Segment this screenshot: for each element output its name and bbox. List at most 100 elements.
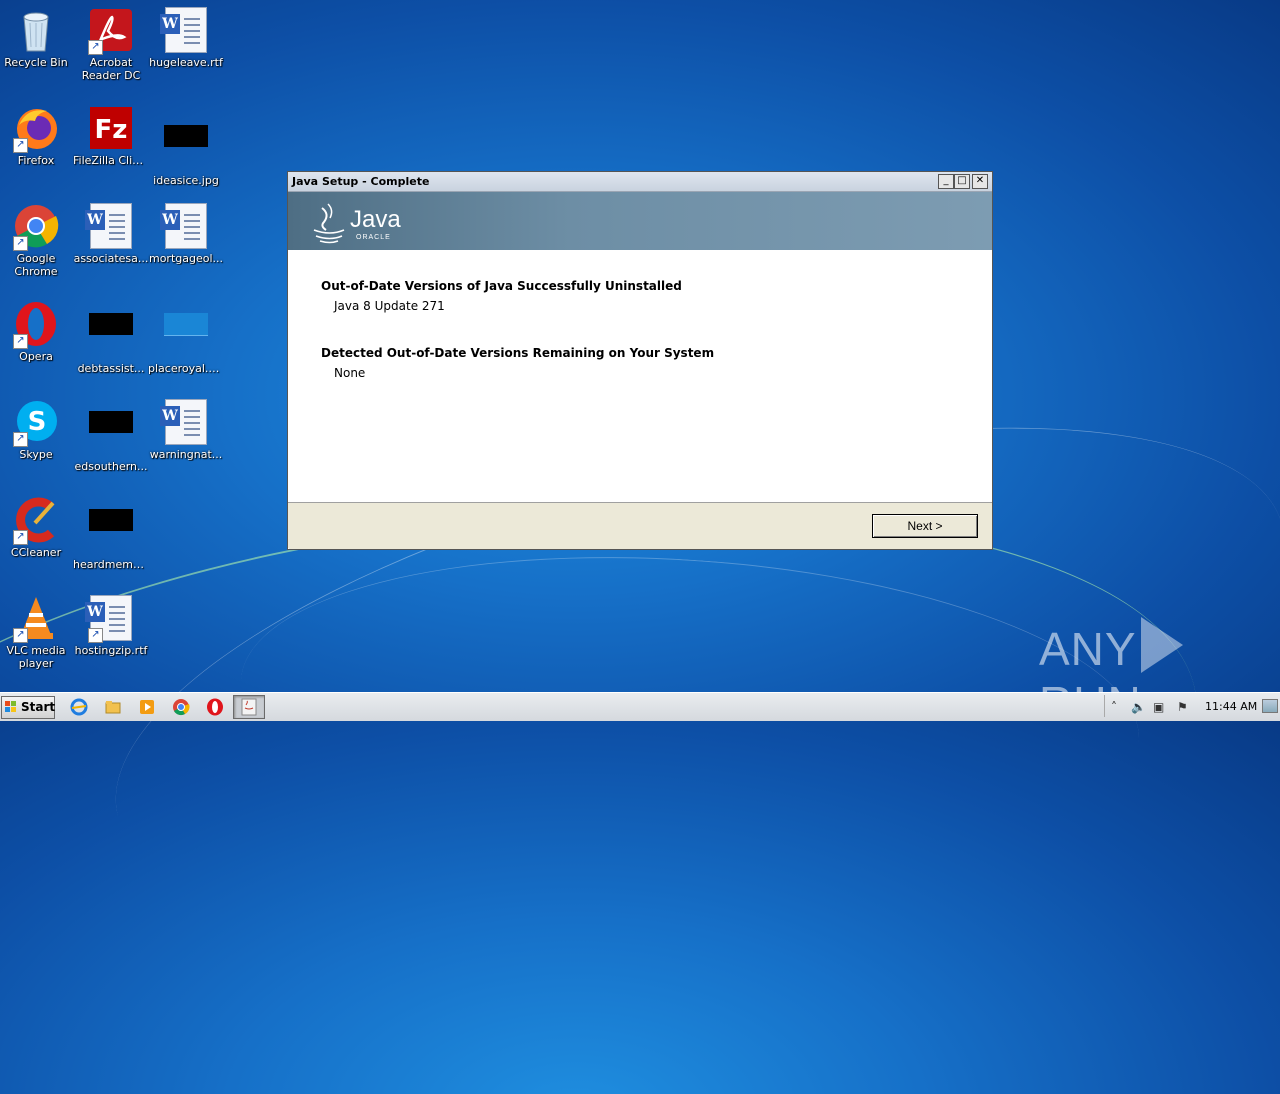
desktop-icon-label: Acrobat Reader DC	[81, 56, 141, 82]
volume-icon[interactable]: 🔈	[1131, 700, 1146, 714]
desktop-icon-label: Firefox	[17, 154, 55, 167]
word-document-icon: W ↗	[85, 595, 134, 643]
ccleaner-icon: ↗	[13, 497, 59, 545]
clock[interactable]: 11:44 AM	[1205, 700, 1257, 713]
desktop-icon-label: VLC media player	[6, 644, 66, 670]
shortcut-arrow-icon: ↗	[88, 40, 103, 55]
watermark-left: ANY	[1039, 623, 1137, 675]
desktop-icon-debtassist[interactable]: debtassist...	[73, 301, 149, 375]
window-titlebar[interactable]: Java Setup - Complete _ □ ✕	[288, 172, 992, 192]
opera-taskbar-icon[interactable]	[206, 698, 224, 716]
redacted-thumbnail-icon	[163, 125, 209, 171]
shortcut-arrow-icon: ↗	[13, 628, 28, 643]
svg-text:S: S	[28, 407, 47, 437]
maximize-button[interactable]: □	[954, 174, 970, 189]
window-title: Java Setup - Complete	[292, 175, 430, 188]
desktop-icon-chrome[interactable]: ↗ Google Chrome	[0, 203, 74, 278]
opera-icon: ↗	[13, 301, 59, 349]
remaining-heading: Detected Out-of-Date Versions Remaining …	[321, 346, 715, 360]
start-button[interactable]: Start	[1, 696, 55, 719]
desktop-icon-filezilla[interactable]: Fz FileZilla Client	[73, 105, 149, 167]
close-button[interactable]: ✕	[972, 174, 988, 189]
java-banner: Java ORACLE	[288, 192, 992, 250]
vlc-icon: ↗	[13, 595, 59, 643]
minimize-button[interactable]: _	[938, 174, 954, 189]
redacted-thumbnail-icon	[88, 411, 134, 457]
desktop-icon-opera[interactable]: ↗ Opera	[0, 301, 74, 363]
desktop-icon-label: associatesa...	[73, 252, 149, 265]
desktop-icon-label: debtassist...	[77, 362, 145, 375]
desktop-icon-label: hostingzip.rtf	[74, 644, 148, 657]
window-footer: Next >	[288, 503, 992, 548]
shortcut-arrow-icon: ↗	[13, 530, 28, 545]
desktop-icon-placeroyal[interactable]: placeroyal.png	[148, 301, 224, 375]
recycle-bin-icon	[13, 7, 59, 53]
filezilla-icon: Fz	[88, 105, 134, 151]
desktop-icon-label: edsouthern...	[74, 460, 148, 473]
skype-icon: S ↗	[13, 399, 59, 447]
remaining-value: None	[334, 366, 366, 380]
java-logo-text: Java	[350, 206, 401, 233]
uninstalled-version: Java 8 Update 271	[334, 299, 445, 313]
media-player-icon[interactable]	[138, 698, 156, 716]
desktop-icon-label: Google Chrome	[14, 252, 58, 278]
desktop-icon-firefox[interactable]: ↗ Firefox	[0, 105, 74, 167]
windows-logo-icon	[5, 701, 17, 713]
desktop-icon-label: mortgageol...	[148, 252, 224, 265]
shortcut-arrow-icon: ↗	[88, 628, 103, 643]
desktop-icon-skype[interactable]: S ↗ Skype	[0, 399, 74, 461]
desktop-icon-label: Opera	[19, 350, 53, 363]
shortcut-arrow-icon: ↗	[13, 236, 28, 251]
start-label: Start	[21, 700, 56, 714]
network-icon[interactable]: ▣	[1153, 700, 1164, 714]
desktop-icon-recycle-bin[interactable]: Recycle Bin	[0, 7, 74, 69]
java-logo: Java ORACLE	[312, 200, 402, 252]
desktop-icon-label: ideasice.jpg	[153, 174, 219, 187]
desktop-icon-hugeleave[interactable]: W hugeleave.rtf	[148, 7, 224, 69]
java-taskbar-icon	[241, 698, 257, 716]
desktop-icon-vlc[interactable]: ↗ VLC media player	[0, 595, 74, 670]
desktop-icon-label: CCleaner	[10, 546, 62, 559]
desktop-icon-label: Skype	[19, 448, 53, 461]
desktop-icon-mortgageol[interactable]: W mortgageol...	[148, 203, 224, 265]
system-tray: ˄ 🔈 ▣ ⚑	[1104, 695, 1202, 717]
word-document-icon: W	[160, 7, 209, 53]
redacted-thumbnail-icon	[88, 509, 134, 555]
desktop-icon-associatesa[interactable]: W associatesa...	[73, 203, 149, 265]
desktop-icon-ccleaner[interactable]: ↗ CCleaner	[0, 497, 74, 559]
desktop-icon-label: heardmemb...	[73, 558, 149, 571]
action-center-flag-icon[interactable]: ⚑	[1177, 700, 1188, 714]
show-hidden-icons-icon[interactable]: ˄	[1111, 700, 1117, 714]
shortcut-arrow-icon: ↗	[13, 334, 28, 349]
next-button[interactable]: Next >	[872, 514, 978, 538]
acrobat-icon: ↗	[88, 7, 134, 55]
taskbar-item-java-setup[interactable]	[233, 695, 265, 719]
desktop-icon-label: FileZilla Client	[73, 154, 149, 167]
desktop-icon-label: hugeleave.rtf	[149, 56, 223, 69]
desktop-icon-acrobat[interactable]: ↗ Acrobat Reader DC	[73, 7, 149, 82]
file-explorer-icon[interactable]	[104, 698, 122, 716]
window-content: Out-of-Date Versions of Java Successfull…	[288, 250, 992, 503]
image-thumbnail-icon	[163, 313, 209, 359]
desktop-icon-label: warningnat...	[149, 448, 223, 461]
desktop-icon-label: Recycle Bin	[4, 56, 68, 69]
desktop-icon-label: placeroyal.png	[148, 362, 224, 375]
chrome-taskbar-icon[interactable]	[172, 698, 190, 716]
desktop-icon-edsouthern[interactable]: edsouthern...	[73, 399, 149, 473]
shortcut-arrow-icon: ↗	[13, 432, 28, 447]
desktop-icon-ideasice[interactable]: ideasice.jpg	[148, 105, 224, 187]
word-document-icon: W	[160, 203, 209, 249]
firefox-icon: ↗	[13, 105, 59, 153]
java-setup-window: Java Setup - Complete _ □ ✕ Java ORACLE …	[287, 171, 993, 550]
show-desktop-button[interactable]	[1262, 699, 1278, 713]
chrome-icon: ↗	[13, 203, 59, 251]
desktop-icon-hostingzip[interactable]: W ↗ hostingzip.rtf	[73, 595, 149, 657]
shortcut-arrow-icon: ↗	[13, 138, 28, 153]
internet-explorer-icon[interactable]	[70, 698, 88, 716]
word-document-icon: W	[85, 203, 134, 249]
desktop-icon-warningnat[interactable]: W warningnat...	[148, 399, 224, 461]
redacted-thumbnail-icon	[88, 313, 134, 359]
uninstalled-heading: Out-of-Date Versions of Java Successfull…	[321, 279, 682, 293]
desktop-icon-heardmemb[interactable]: heardmemb...	[73, 497, 149, 571]
taskbar: Start ˄ 🔈 ▣ ⚑ 11:44 AM	[0, 692, 1280, 721]
